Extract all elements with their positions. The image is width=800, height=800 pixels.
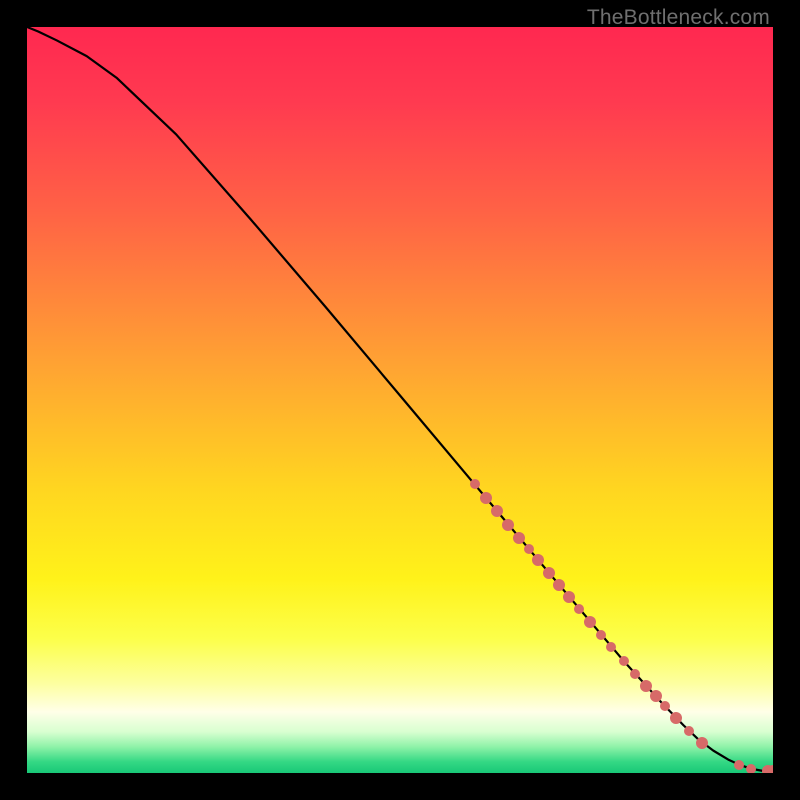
- watermark-text: TheBottleneck.com: [587, 6, 770, 30]
- data-point: [767, 765, 773, 773]
- data-point: [502, 519, 514, 531]
- data-point: [480, 492, 492, 504]
- data-point: [640, 680, 652, 692]
- data-point: [660, 701, 670, 711]
- data-point: [696, 737, 708, 749]
- data-point: [734, 760, 744, 770]
- data-point: [596, 630, 606, 640]
- data-point: [513, 532, 525, 544]
- data-point: [746, 764, 756, 773]
- data-point: [553, 579, 565, 591]
- data-point: [650, 690, 662, 702]
- data-point: [574, 604, 584, 614]
- data-point: [630, 669, 640, 679]
- data-point: [563, 591, 575, 603]
- plot-area: [27, 27, 773, 773]
- chart-frame: TheBottleneck.com: [0, 0, 800, 800]
- data-point: [619, 656, 629, 666]
- background-gradient: [27, 27, 773, 773]
- data-point: [684, 726, 694, 736]
- data-point: [491, 505, 503, 517]
- data-point: [584, 616, 596, 628]
- data-point: [524, 544, 534, 554]
- data-point: [670, 712, 682, 724]
- data-point: [532, 554, 544, 566]
- data-point: [470, 479, 480, 489]
- data-point: [606, 642, 616, 652]
- data-point: [543, 567, 555, 579]
